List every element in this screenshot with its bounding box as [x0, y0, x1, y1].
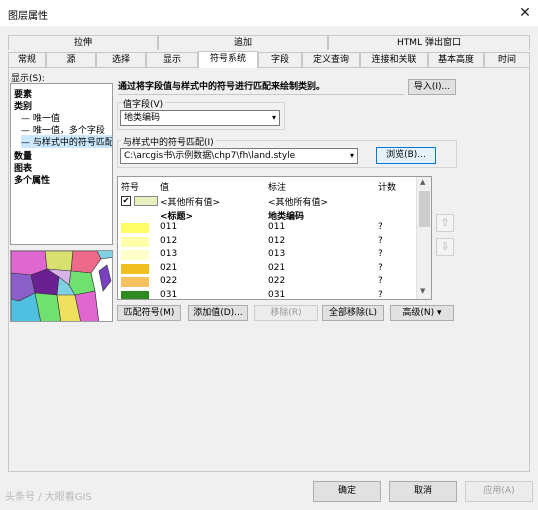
cell-count: ? — [378, 235, 383, 246]
table-row[interactable]: 013 013? — [118, 249, 416, 262]
close-icon[interactable]: ✕ — [516, 4, 534, 22]
style-path-value: C:\arcgis书\示例数据\chp7\fh\land.style — [124, 151, 296, 161]
tab-definition-query[interactable]: 定义查询 — [302, 52, 360, 67]
tree-item-multiple-attributes[interactable]: 多个属性 — [14, 173, 50, 186]
style-path-select[interactable]: C:\arcgis书\示例数据\chp7\fh\land.style ▾ — [120, 148, 358, 164]
ok-button[interactable]: 确定 — [313, 481, 381, 502]
chevron-down-icon: ▾ — [271, 113, 276, 122]
cell-label: 031 — [268, 289, 286, 300]
renderer-tree[interactable]: 要素 类别 — 唯一值 — 唯一值，多个字段 — 与样式中的符号匹配 数量 图表… — [10, 83, 113, 245]
apply-button[interactable]: 应用(A) — [465, 481, 533, 502]
tab-time[interactable]: 时间 — [484, 52, 530, 67]
tab-joins-relates[interactable]: 连接和关联 — [360, 52, 428, 67]
browse-button[interactable]: 浏览(B)... — [376, 147, 436, 164]
table-row[interactable]: 022 022? — [118, 276, 416, 289]
tab-extrusion[interactable]: 拉伸 — [8, 35, 158, 50]
advanced-button[interactable]: 高级(N) ▾ — [390, 305, 454, 321]
symbol-swatch[interactable] — [121, 250, 149, 260]
cell-count: ? — [378, 289, 383, 300]
cell-label: 011 — [268, 222, 286, 232]
cell-count: ? — [378, 276, 383, 286]
chevron-down-icon: ▾ — [349, 151, 354, 160]
grid-scrollbar[interactable]: ▲ ▼ — [416, 177, 431, 299]
symbol-swatch[interactable] — [121, 236, 149, 247]
cell-label: 022 — [268, 276, 286, 286]
scroll-down-icon[interactable]: ▼ — [420, 287, 425, 295]
table-row[interactable]: <标题> 地类编码 — [118, 209, 416, 222]
table-row[interactable]: 021 021? — [118, 263, 416, 276]
tab-html-popup[interactable]: HTML 弹出窗口 — [328, 35, 530, 50]
cell-count: ? — [378, 262, 383, 273]
tab-source[interactable]: 源 — [46, 52, 96, 67]
symbol-swatch[interactable] — [121, 263, 149, 274]
symbol-swatch[interactable] — [121, 277, 149, 287]
row-checkbox[interactable]: ✔ — [121, 196, 131, 206]
cell-count: ? — [378, 249, 383, 259]
tab-joins[interactable]: 追加 — [158, 35, 328, 50]
dropdown-arrow-icon: ▾ — [437, 308, 442, 318]
column-header-count[interactable]: 计数 — [378, 180, 396, 193]
table-row[interactable]: 012 012? — [118, 236, 416, 249]
cell-value: 022 — [160, 276, 178, 286]
cell-value: <标题> — [160, 211, 194, 222]
tab-general[interactable]: 常规 — [8, 52, 46, 67]
value-field-select[interactable]: 地类编码 ▾ — [120, 110, 280, 126]
add-values-button[interactable]: 添加值(D)... — [188, 305, 248, 321]
value-field-label: 值字段(V) — [121, 97, 166, 110]
map-thumbnail — [11, 251, 112, 321]
renderer-preview-image — [10, 250, 113, 322]
cell-value: 021 — [160, 262, 178, 273]
match-symbols-button[interactable]: 匹配符号(M) — [117, 305, 181, 321]
cell-count: ? — [378, 222, 383, 232]
symbol-swatch[interactable] — [134, 196, 158, 206]
scroll-up-icon[interactable]: ▲ — [420, 178, 425, 186]
cancel-button[interactable]: 取消 — [389, 481, 457, 502]
watermark: 头条号 / 大眼看GIS — [5, 492, 92, 503]
column-header-label[interactable]: 标注 — [268, 180, 286, 193]
cell-value: 031 — [160, 289, 178, 300]
cell-label: <其他所有值> — [268, 198, 329, 208]
column-header-symbol[interactable]: 符号 — [121, 180, 139, 193]
cell-label: 021 — [268, 262, 286, 273]
window-title: 图层属性 — [8, 11, 48, 22]
import-button[interactable]: 导入(I)... — [408, 79, 456, 95]
cell-label: 013 — [268, 249, 286, 259]
description-text: 通过将字段值与样式中的符号进行匹配来绘制类别。 — [118, 79, 404, 95]
table-row[interactable]: ✔ <其他所有值> <其他所有值> — [118, 195, 416, 208]
remove-button[interactable]: 移除(R) — [254, 305, 318, 321]
tab-display[interactable]: 显示 — [146, 52, 198, 67]
scroll-thumb[interactable] — [419, 191, 430, 227]
style-match-label: 与样式中的符号匹配(I) — [121, 135, 216, 148]
cell-value: <其他所有值> — [160, 198, 221, 208]
tab-symbology[interactable]: 符号系统 — [198, 51, 258, 68]
table-row[interactable]: 011 011? — [118, 222, 416, 235]
column-header-value[interactable]: 值 — [160, 180, 169, 193]
cell-value: 012 — [160, 235, 178, 246]
move-up-icon[interactable]: ⇧ — [436, 214, 454, 232]
cell-value: 011 — [160, 222, 178, 232]
tab-base-heights[interactable]: 基本高度 — [428, 52, 484, 67]
tree-label: 与样式中的符号匹配 — [32, 138, 113, 148]
move-down-icon[interactable]: ⇩ — [436, 238, 454, 256]
symbol-swatch[interactable] — [121, 290, 149, 299]
title-bar — [0, 0, 538, 26]
cell-label: 012 — [268, 235, 286, 246]
cell-value: 013 — [160, 249, 178, 259]
table-row[interactable]: 031 031? — [118, 289, 416, 300]
advanced-label: 高级(N) — [402, 308, 435, 318]
symbol-grid[interactable]: 符号 值 标注 计数 ✔ <其他所有值> <其他所有值> <标题> 地类编码 011 011… — [117, 176, 432, 300]
tab-selection[interactable]: 选择 — [96, 52, 146, 67]
tree-item-match-to-symbols[interactable]: — 与样式中的符号匹配 — [21, 135, 113, 148]
remove-all-button[interactable]: 全部移除(L) — [322, 305, 384, 321]
tab-fields[interactable]: 字段 — [258, 52, 302, 67]
cell-label: 地类编码 — [268, 211, 305, 222]
value-field-value: 地类编码 — [124, 113, 161, 123]
symbol-swatch[interactable] — [121, 223, 149, 233]
